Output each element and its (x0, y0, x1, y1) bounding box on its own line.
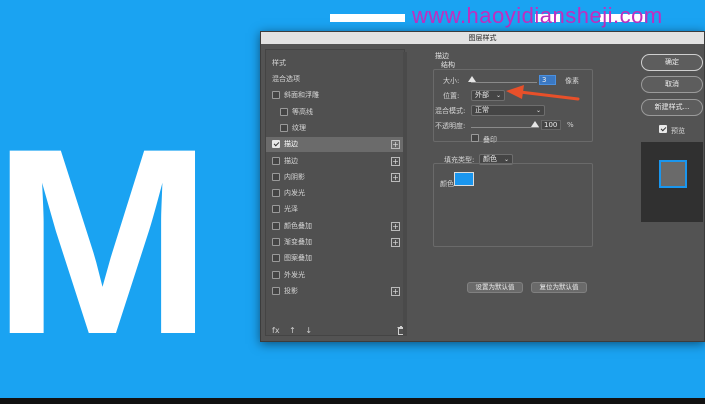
size-input[interactable]: 3 (539, 75, 556, 85)
opacity-unit: % (567, 121, 574, 129)
dialog-titlebar[interactable]: 图层样式 (261, 32, 704, 44)
position-value: 外部 (475, 91, 489, 99)
styles-list-panel: 样式 混合选项 斜面和浮雕 等高线 纹理 描边 + 描边 + 内阴影 + 内发光 光泽 颜色叠加 + 渐变叠… (265, 49, 405, 336)
dialog-title: 图层样式 (468, 34, 497, 42)
styles-footer: fx ↑ ↓ (272, 326, 319, 335)
style-item-label: 投影 (284, 286, 298, 295)
new-style-button[interactable]: 新建样式... (641, 99, 703, 116)
overprint-checkbox[interactable] (471, 134, 479, 142)
position-label: 位置: (443, 92, 460, 100)
style-item-label: 颜色叠加 (284, 221, 312, 230)
style-item[interactable]: 纹理 (266, 121, 404, 136)
style-item-label: 斜面和浮雕 (284, 91, 319, 100)
add-style-icon[interactable]: + (391, 156, 400, 166)
style-item-label: 描边 (284, 156, 298, 165)
style-item[interactable]: 等高线 (266, 105, 404, 120)
style-item-label: 光泽 (284, 205, 298, 214)
style-item[interactable]: 图案叠加 (266, 251, 404, 266)
size-slider-track[interactable] (471, 82, 537, 83)
style-item[interactable]: 渐变叠加 + (266, 235, 404, 250)
opacity-slider-track[interactable] (471, 127, 539, 128)
style-item[interactable]: 投影 + (266, 284, 404, 299)
reset-default-button[interactable]: 复位为默认值 (531, 282, 587, 293)
style-item[interactable]: 混合选项 (266, 72, 404, 87)
style-item-checkbox[interactable] (272, 221, 280, 230)
layer-style-dialog: 图层样式 样式 混合选项 斜面和浮雕 等高线 纹理 描边 + 描边 + 内阴影 + 内发光 光泽 颜色叠… (260, 31, 705, 342)
style-item-label: 内发光 (284, 189, 305, 198)
size-unit: 像素 (565, 77, 579, 85)
style-item[interactable]: 斜面和浮雕 (266, 88, 404, 103)
style-preview (641, 142, 703, 222)
chevron-down-icon: ⌄ (495, 92, 501, 99)
position-dropdown[interactable]: 外部 ⌄ (471, 90, 505, 101)
style-item-checkbox[interactable] (280, 107, 288, 116)
chevron-down-icon: ⌄ (535, 107, 541, 114)
style-item-label: 渐变叠加 (284, 238, 312, 246)
style-item[interactable]: 内阴影 + (266, 170, 404, 185)
cancel-button[interactable]: 取消 (641, 76, 703, 93)
style-item-checkbox[interactable] (280, 123, 288, 132)
style-item-label: 等高线 (292, 107, 313, 116)
style-item-checkbox[interactable] (272, 205, 280, 214)
size-label: 大小: (443, 77, 460, 85)
preview-thumbnail (659, 160, 687, 188)
style-item[interactable]: 外发光 (266, 268, 404, 283)
style-item-label: 纹理 (292, 123, 306, 132)
style-item[interactable]: 内发光 (266, 186, 404, 201)
style-item-checkbox[interactable] (272, 254, 280, 263)
style-item-label: 描边 (284, 140, 298, 149)
canvas-letter-m: M (0, 94, 213, 390)
style-item-checkbox[interactable] (272, 270, 280, 279)
fx-icon[interactable]: fx (272, 326, 280, 335)
canvas-white-shape (330, 14, 405, 22)
panel-divider (403, 52, 407, 336)
canvas-bottom-bar (0, 398, 705, 404)
preview-checkbox[interactable] (659, 125, 667, 133)
style-item[interactable]: 光泽 (266, 202, 404, 217)
style-item-checkbox[interactable] (272, 172, 280, 181)
add-style-icon[interactable]: + (391, 140, 400, 150)
blend-mode-label: 混合模式: (435, 107, 466, 115)
preview-label: 预览 (671, 127, 685, 135)
fill-type-value: 颜色 (483, 155, 497, 163)
style-item-checkbox[interactable] (272, 189, 280, 198)
style-item[interactable]: 颜色叠加 + (266, 219, 404, 234)
style-item[interactable]: 描边 + (266, 137, 404, 153)
move-up-icon[interactable]: ↑ (289, 326, 296, 335)
styles-header[interactable]: 样式 (272, 58, 286, 68)
ok-button[interactable]: 确定 (641, 54, 703, 71)
style-item-label: 混合选项 (272, 75, 300, 83)
add-style-icon[interactable]: + (391, 286, 400, 296)
blend-mode-value: 正常 (475, 106, 489, 114)
move-down-icon[interactable]: ↓ (305, 326, 312, 335)
watermark-text: www.haoyidiansheji.com (412, 3, 663, 28)
style-item-checkbox[interactable] (272, 156, 280, 165)
style-item-checkbox[interactable] (272, 91, 280, 100)
size-slider-thumb[interactable] (468, 76, 476, 82)
style-item-label: 图案叠加 (284, 254, 312, 263)
dialog-actions: 确定 取消 新建样式... 预览 (641, 49, 703, 336)
style-item-label: 外发光 (284, 270, 305, 279)
add-style-icon[interactable]: + (391, 221, 400, 231)
stroke-settings-panel: 描边 结构 大小: 3 像素 位置: 外部 ⌄ 混合模式: 正常 ⌄ 不透明度:… (411, 49, 639, 336)
blend-mode-dropdown[interactable]: 正常 ⌄ (471, 105, 545, 116)
opacity-slider-thumb[interactable] (531, 121, 539, 127)
overprint-label: 叠印 (483, 136, 497, 144)
style-item-checkbox[interactable] (272, 140, 280, 149)
style-item-checkbox[interactable] (272, 286, 280, 295)
opacity-input[interactable]: 100 (541, 120, 561, 130)
opacity-label: 不透明度: (435, 122, 466, 130)
style-item[interactable]: 描边 + (266, 154, 404, 169)
stroke-color-swatch[interactable] (454, 172, 474, 186)
style-item-checkbox[interactable] (272, 238, 280, 246)
set-default-button[interactable]: 设置为默认值 (467, 282, 523, 293)
add-style-icon[interactable]: + (391, 172, 400, 182)
add-style-icon[interactable]: + (391, 238, 400, 247)
style-item-label: 内阴影 (284, 172, 305, 181)
